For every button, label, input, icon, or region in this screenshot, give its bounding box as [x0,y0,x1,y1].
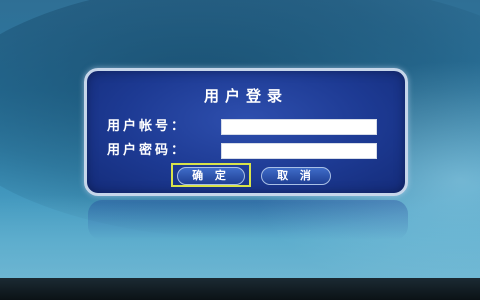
login-dialog: 用户登录 用户帐号： 用户密码： 确 定 取 消 [84,68,408,196]
password-label: 用户密码： [107,143,188,158]
username-label: 用户帐号： [107,119,188,134]
cancel-button[interactable]: 取 消 [261,167,331,185]
tv-screen: 用户登录 用户帐号： 用户密码： 确 定 取 消 [0,0,480,300]
confirm-button[interactable]: 确 定 [177,167,245,185]
dialog-reflection [88,200,408,240]
tv-bezel [0,278,480,300]
dialog-title: 用户登录 [203,87,288,105]
username-input[interactable] [221,119,377,135]
password-input[interactable] [221,143,377,159]
